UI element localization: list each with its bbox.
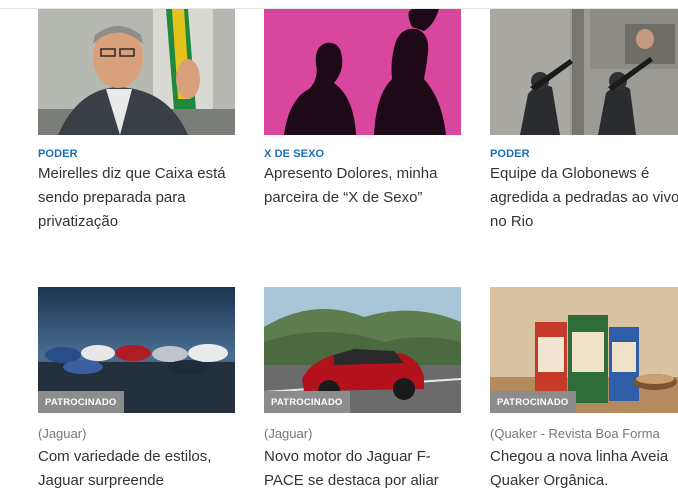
sponsored-thumbnail[interactable]: PATROCINADO [264, 287, 461, 413]
sponsored-badge: PATROCINADO [490, 391, 576, 413]
sponsored-thumbnail[interactable]: PATROCINADO [38, 287, 235, 413]
news-thumbnail[interactable] [264, 9, 461, 135]
news-card-globonews[interactable]: PODER Equipe da Globonews é agredida a p… [490, 9, 678, 234]
sponsor-source: (Jaguar) [264, 426, 313, 441]
section-label[interactable]: PODER [490, 147, 678, 161]
news-thumbnail[interactable] [38, 9, 235, 135]
sponsored-card-jaguar-estilos[interactable]: PATROCINADO (Jaguar) Com variedade de es… [38, 287, 235, 493]
photo-meirelles [38, 9, 235, 135]
section-label[interactable]: X DE SEXO [264, 147, 461, 161]
sponsored-thumbnail[interactable]: PATROCINADO [490, 287, 678, 413]
headline-link[interactable]: Apresento Dolores, minha parceira de “X … [264, 162, 461, 210]
section-label[interactable]: PODER [38, 147, 235, 161]
headline-link[interactable]: Com variedade de estilos, Jaguar surpree… [38, 445, 235, 493]
sponsored-card-jaguar-fpace[interactable]: PATROCINADO (Jaguar) Novo motor do Jagua… [264, 287, 461, 493]
sponsored-card-quaker[interactable]: PATROCINADO (Quaker - Revista Boa Forma … [490, 287, 678, 493]
sponsor-source: (Quaker - Revista Boa Forma [490, 426, 660, 441]
photo-globonews [490, 9, 678, 135]
headline-link[interactable]: Equipe da Globonews é agredida a pedrada… [490, 162, 678, 234]
photo-x-de-sexo [264, 9, 461, 135]
sponsored-badge: PATROCINADO [38, 391, 124, 413]
news-card-x-de-sexo[interactable]: X DE SEXO Apresento Dolores, minha parce… [264, 9, 461, 210]
sponsored-badge: PATROCINADO [264, 391, 350, 413]
news-card-meirelles[interactable]: PODER Meirelles diz que Caixa está sendo… [38, 9, 235, 234]
headline-link[interactable]: Chegou a nova linha Aveia Quaker Orgânic… [490, 445, 678, 493]
news-thumbnail[interactable] [490, 9, 678, 135]
headline-link[interactable]: Novo motor do Jaguar F-PACE se destaca p… [264, 445, 461, 493]
sponsor-source: (Jaguar) [38, 426, 87, 441]
headline-link[interactable]: Meirelles diz que Caixa está sendo prepa… [38, 162, 235, 234]
